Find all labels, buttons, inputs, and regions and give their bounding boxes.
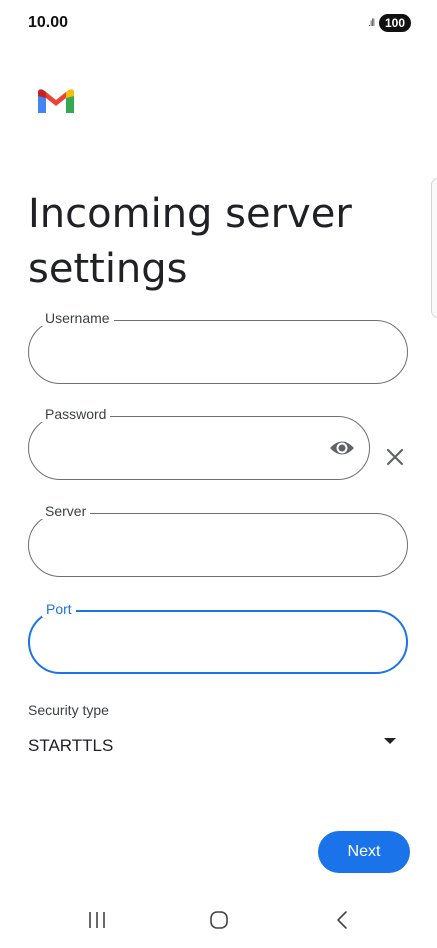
status-time: 10.00	[28, 14, 69, 31]
server-field[interactable]: Server	[28, 503, 408, 577]
port-label: Port	[42, 601, 76, 617]
username-label: Username	[41, 310, 114, 326]
password-field[interactable]: Password	[28, 406, 370, 480]
close-icon[interactable]	[384, 446, 406, 468]
gmail-logo	[38, 89, 74, 113]
system-nav-bar	[0, 900, 437, 948]
status-indicators: .ıll 100	[368, 14, 411, 32]
security-type-select[interactable]: STARTTLS	[28, 730, 408, 764]
recents-icon[interactable]	[86, 910, 108, 930]
dropdown-arrow-icon[interactable]	[384, 738, 396, 744]
server-input[interactable]	[49, 528, 333, 562]
next-button[interactable]: Next	[318, 831, 410, 873]
username-input[interactable]	[49, 335, 333, 369]
page-title: Incoming server settings	[28, 190, 352, 292]
password-label: Password	[41, 406, 111, 422]
battery-icon: 100	[378, 14, 411, 32]
port-field[interactable]: Port	[28, 601, 408, 674]
security-type-label: Security type	[28, 702, 109, 718]
home-icon[interactable]	[209, 910, 229, 930]
server-label: Server	[41, 503, 91, 519]
scrollbar[interactable]	[431, 178, 437, 318]
username-field[interactable]: Username	[28, 310, 408, 384]
eye-icon[interactable]	[329, 437, 355, 459]
back-icon[interactable]	[334, 910, 352, 930]
status-bar: 10.00 .ıll 100	[0, 0, 437, 48]
port-input[interactable]	[50, 626, 334, 660]
password-input[interactable]	[49, 431, 333, 465]
signal-icon: .ıll	[367, 17, 375, 29]
security-type-value: STARTTLS	[28, 736, 114, 755]
